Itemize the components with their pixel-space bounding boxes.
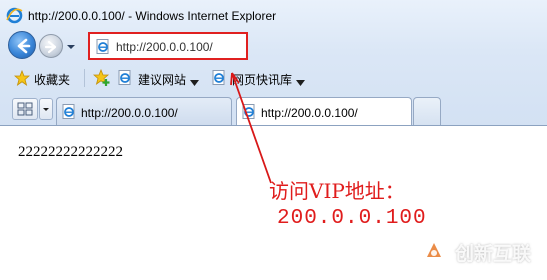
suggested-sites-button[interactable]: 建议网站 xyxy=(138,71,186,88)
recent-pages-dropdown[interactable] xyxy=(66,41,76,51)
page-ie-icon xyxy=(62,104,77,119)
watermark-text: 创新互联 xyxy=(455,243,532,265)
chevron-down-icon xyxy=(43,108,49,111)
browser-tab-active[interactable]: http://200.0.0.100/ xyxy=(236,97,412,127)
back-button[interactable] xyxy=(8,31,36,59)
watermark: 创新互联 xyxy=(413,232,547,272)
tab-label: http://200.0.0.100/ xyxy=(81,106,178,120)
tab-bar: http://200.0.0.100/ http://200.0.0.100/ xyxy=(0,95,547,127)
title-bar: http://200.0.0.100/ - Windows Internet E… xyxy=(0,0,547,30)
navigation-bar: http://200.0.0.100/ xyxy=(0,30,547,62)
browser-tab[interactable]: http://200.0.0.100/ xyxy=(56,97,232,125)
chevron-down-icon[interactable] xyxy=(190,75,199,86)
ie-logo-icon xyxy=(6,7,23,24)
chevron-down-icon xyxy=(67,45,75,49)
favorites-bar: 收藏夹 建议网站 网页快讯库 xyxy=(0,64,547,92)
chevron-down-icon[interactable] xyxy=(296,75,305,86)
watermark-logo-icon xyxy=(416,233,452,269)
tab-label: http://200.0.0.100/ xyxy=(261,106,358,120)
annotation-label: 访问VIP地址： xyxy=(269,179,405,203)
web-slice-gallery-button[interactable]: 网页快讯库 xyxy=(232,71,292,88)
add-to-favorites-icon[interactable] xyxy=(92,68,111,87)
forward-button[interactable] xyxy=(39,34,63,58)
grid-icon xyxy=(17,102,33,116)
address-highlight-box xyxy=(88,32,248,60)
page-body-text: 22222222222222 xyxy=(18,144,123,160)
back-arrow-icon xyxy=(17,38,31,54)
favorites-button[interactable]: 收藏夹 xyxy=(34,71,70,88)
window-title: http://200.0.0.100/ - Windows Internet E… xyxy=(28,9,277,23)
web-slice-gallery-icon xyxy=(212,70,227,85)
new-tab-button[interactable] xyxy=(413,97,441,125)
suggested-sites-icon xyxy=(118,70,133,85)
browser-chrome: http://200.0.0.100/ - Windows Internet E… xyxy=(0,0,547,127)
favorites-star-icon[interactable] xyxy=(13,69,31,86)
annotation-ip: 200.0.0.100 xyxy=(277,207,427,230)
page-ie-icon xyxy=(242,104,257,119)
forward-arrow-icon xyxy=(44,40,57,54)
quick-tabs-button[interactable] xyxy=(12,98,38,120)
divider xyxy=(84,69,85,87)
tab-list-button[interactable] xyxy=(39,98,53,120)
